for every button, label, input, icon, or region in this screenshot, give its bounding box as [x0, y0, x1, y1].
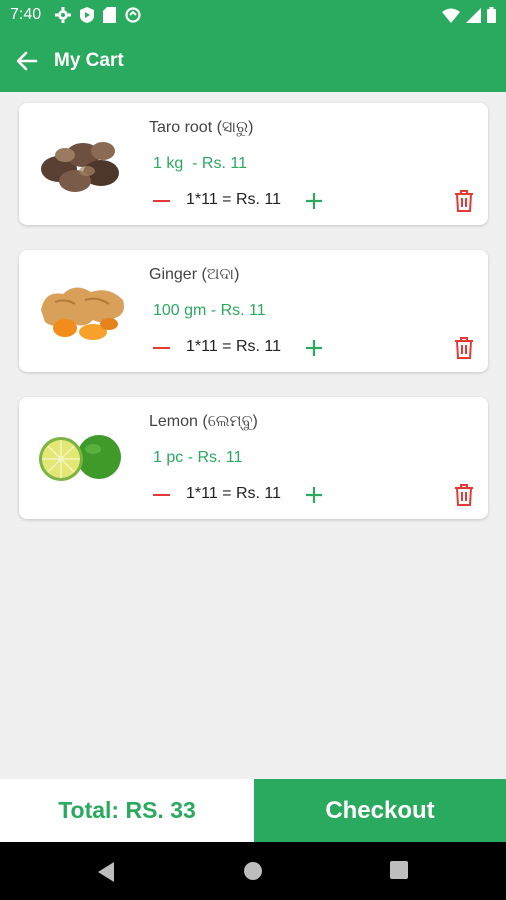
checkout-button[interactable]: Checkout: [254, 779, 506, 842]
app-bar: My Cart: [0, 30, 506, 92]
system-navigation-bar: [0, 842, 506, 900]
increase-quantity-button[interactable]: [303, 484, 325, 506]
item-name: Ginger (ଅଦା): [149, 266, 240, 283]
cart-item-lemon: Lemon (ଲେମ୍ବୁ) 1 pc - Rs. 11 1*11 = Rs. …: [19, 397, 488, 519]
shield-play-icon: [80, 7, 95, 23]
item-price: 1 kg - Rs. 11: [153, 155, 247, 172]
signal-icon: [466, 7, 481, 23]
nav-recents-icon[interactable]: [390, 861, 408, 879]
cart-item-ginger: Ginger (ଅଦା) 100 gm - Rs. 11 1*11 = Rs. …: [19, 250, 488, 372]
page-title: My Cart: [54, 50, 124, 71]
back-button[interactable]: [0, 30, 54, 92]
delete-item-button[interactable]: [453, 336, 475, 360]
increase-quantity-button[interactable]: [303, 337, 325, 359]
lemon-image: [39, 435, 121, 481]
nav-home-icon[interactable]: [243, 861, 263, 881]
ginger-image: [41, 287, 124, 340]
sd-card-icon: [103, 7, 117, 23]
item-name: Taro root (ସାରୁ): [149, 119, 254, 136]
battery-icon: [487, 7, 496, 23]
minus-icon: [152, 494, 170, 496]
status-time: 7:40: [10, 6, 42, 23]
delete-item-button[interactable]: [453, 189, 475, 213]
settings-icon: [55, 7, 72, 23]
item-price: 100 gm - Rs. 11: [153, 302, 266, 319]
decrease-quantity-button[interactable]: [151, 191, 171, 211]
cart-footer: Total: RS. 33 Checkout: [0, 779, 506, 842]
cart-item-taro-root: Taro root (ସାରୁ) 1 kg - Rs. 11 1*11 = Rs…: [19, 103, 488, 225]
delete-item-button[interactable]: [453, 483, 475, 507]
item-price: 1 pc - Rs. 11: [153, 449, 243, 466]
minus-icon: [152, 200, 170, 202]
decrease-quantity-button[interactable]: [151, 485, 171, 505]
back-arrow-icon: [16, 51, 38, 71]
item-quantity-total: 1*11 = Rs. 11: [186, 191, 282, 208]
data-saver-icon: [125, 7, 141, 23]
decrease-quantity-button[interactable]: [151, 338, 171, 358]
status-bar: 7:40: [0, 0, 506, 30]
wifi-icon: [442, 8, 460, 23]
item-quantity-total: 1*11 = Rs. 11: [186, 485, 282, 502]
minus-icon: [152, 347, 170, 349]
taro-root-image: [41, 142, 119, 192]
item-quantity-total: 1*11 = Rs. 11: [186, 338, 282, 355]
cart-total: Total: RS. 33: [0, 779, 254, 842]
increase-quantity-button[interactable]: [303, 190, 325, 212]
item-name: Lemon (ଲେମ୍ବୁ): [149, 413, 258, 430]
nav-back-icon[interactable]: [96, 861, 116, 883]
